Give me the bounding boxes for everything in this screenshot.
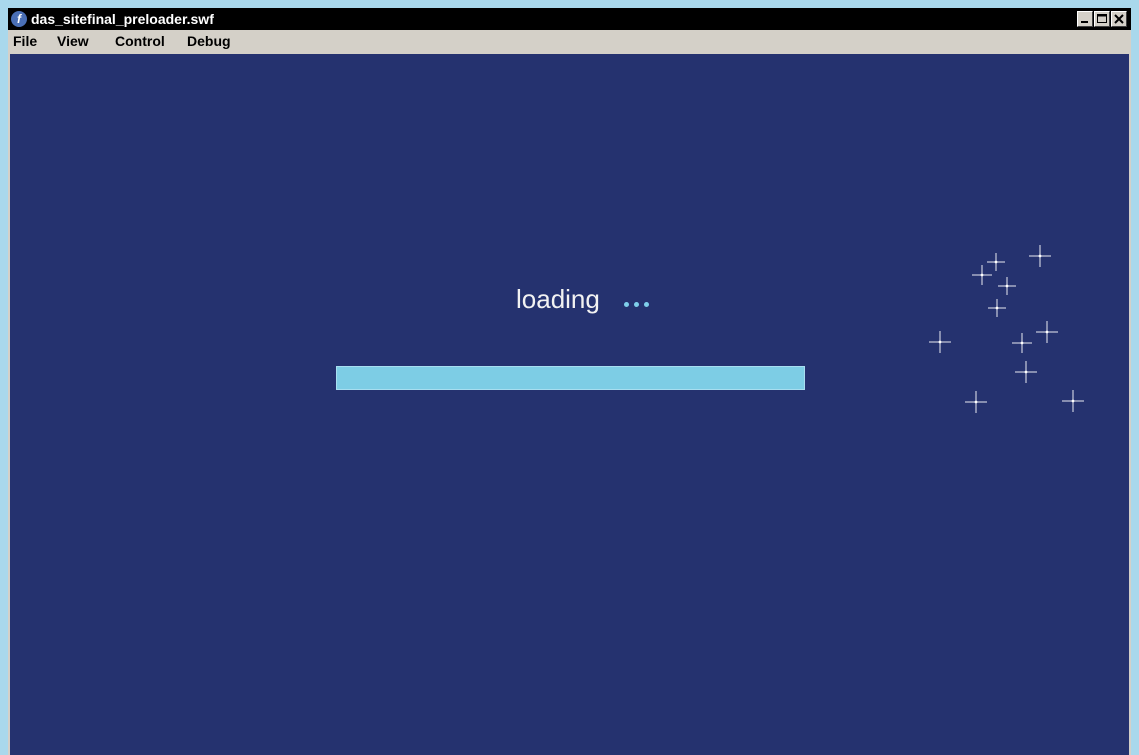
window-controls [1077, 11, 1127, 27]
flash-player-icon[interactable]: f [11, 11, 27, 27]
sparkle-icon [1036, 321, 1058, 343]
menu-file[interactable]: File [13, 33, 37, 50]
close-icon[interactable] [1111, 11, 1127, 27]
sparkle-icon [1015, 361, 1037, 383]
sparkle-icon [972, 265, 992, 285]
sparkle-icon [1012, 333, 1032, 353]
sparkle-icon [988, 299, 1006, 317]
sparkle-icon [1029, 245, 1051, 267]
title-bar[interactable]: f das_sitefinal_preloader.swf [8, 8, 1131, 30]
sparkle-icon [965, 391, 987, 413]
menu-view[interactable]: View [57, 33, 89, 50]
flash-stage[interactable]: loading [10, 54, 1129, 755]
sparkle-icon [987, 253, 1005, 271]
sparkle-icon [1062, 390, 1084, 412]
sparkle-icon [929, 331, 951, 353]
window-title: das_sitefinal_preloader.swf [31, 11, 214, 27]
sparkle-icon [998, 277, 1016, 295]
flash-player-window: f das_sitefinal_preloader.swf File View … [8, 8, 1131, 755]
menu-debug[interactable]: Debug [187, 33, 231, 50]
menu-control[interactable]: Control [115, 33, 165, 50]
maximize-icon[interactable] [1094, 11, 1110, 27]
sparkles-decoration [929, 245, 1084, 413]
minimize-icon[interactable] [1077, 11, 1093, 27]
menu-bar: File View Control Debug [8, 30, 1131, 53]
